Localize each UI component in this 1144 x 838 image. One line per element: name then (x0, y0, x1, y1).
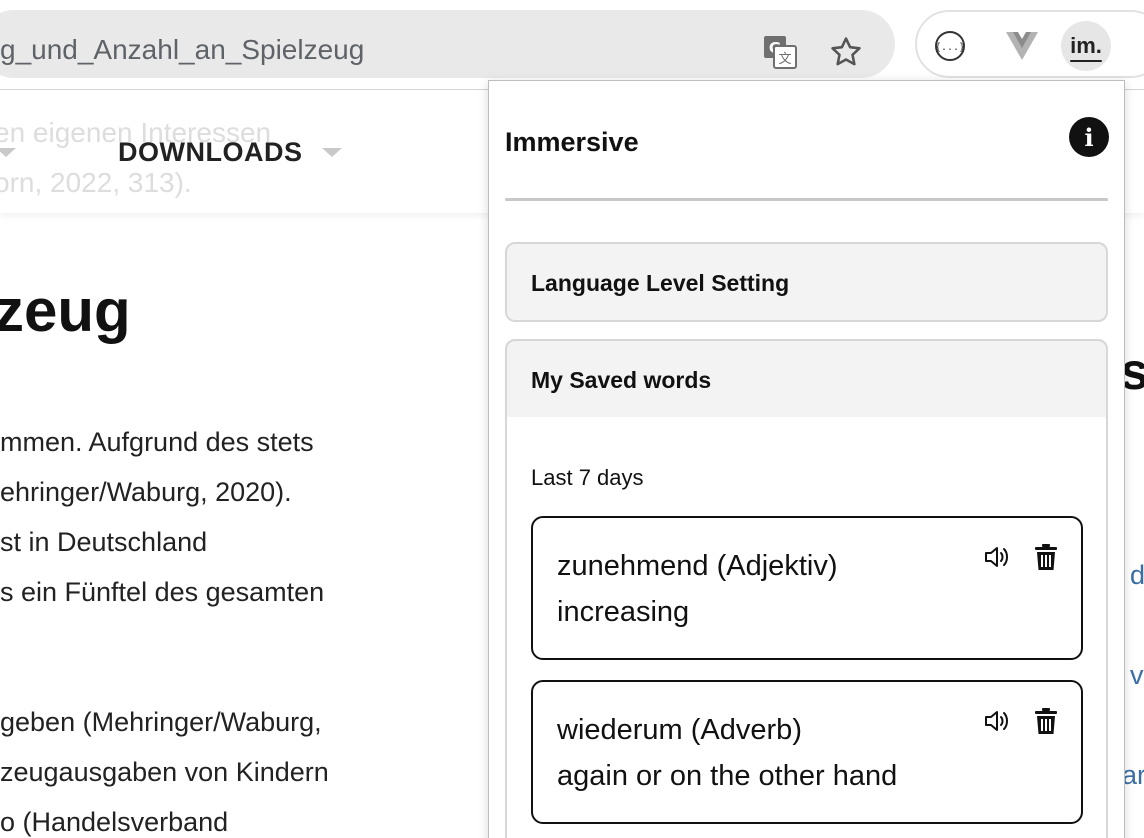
vue-devtools-icon[interactable] (997, 21, 1047, 71)
panel-label[interactable]: My Saved words (531, 367, 711, 394)
saved-word-card: zunehmend (Adjektiv) increasing (531, 516, 1083, 660)
faded-text-line: orn, 2022, 313). (0, 167, 192, 198)
word-translation: increasing (557, 596, 690, 628)
trash-icon[interactable] (1029, 540, 1063, 574)
link-fragment[interactable]: v (1130, 660, 1144, 691)
extensions-group: {...} im. (915, 10, 1144, 78)
url-text[interactable]: g_und_Anzahl_an_Spielzeug (0, 34, 364, 66)
chevron-down-icon[interactable] (0, 148, 16, 157)
json-formatter-icon[interactable]: {...} (925, 21, 975, 71)
word-term: zunehmend (Adjektiv) (557, 550, 838, 582)
immersive-popup: Immersive i Language Level Setting My Sa… (488, 80, 1125, 838)
saved-words-panel: My Saved words Last 7 days zunehmend (Ad… (505, 339, 1108, 838)
paragraph-line: s ein Fünftel des gesamten (0, 577, 325, 607)
address-bar[interactable]: g_und_Anzahl_an_Spielzeug G 文 (0, 10, 895, 78)
google-translate-icon[interactable]: G 文 (762, 34, 798, 70)
paragraph-line: st in Deutschland (0, 527, 208, 557)
link-fragment[interactable]: ar (1122, 760, 1144, 791)
browser-toolbar: g_und_Anzahl_an_Spielzeug G 文 {...} (0, 0, 1144, 90)
panel-label: Language Level Setting (531, 270, 790, 296)
period-label: Last 7 days (531, 465, 644, 490)
paragraph-line: ehringer/Waburg, 2020). (0, 477, 292, 507)
info-icon[interactable]: i (1069, 117, 1109, 157)
divider (505, 198, 1108, 201)
link-fragment[interactable]: d (1130, 560, 1144, 591)
paragraph-line: geben (Mehringer/Waburg, (0, 707, 322, 737)
paragraph-line: zeugausgaben von Kindern (0, 757, 329, 787)
saved-word-card: wiederum (Adverb) again or on the other … (531, 680, 1083, 824)
popup-title: Immersive (505, 127, 639, 157)
speaker-icon[interactable] (981, 704, 1015, 738)
trash-icon[interactable] (1029, 704, 1063, 738)
svg-text:文: 文 (778, 52, 791, 67)
article-heading: zeug (0, 277, 131, 344)
speaker-icon[interactable] (981, 540, 1015, 574)
immersive-extension-icon[interactable]: im. (1061, 21, 1111, 71)
word-term: wiederum (Adverb) (557, 714, 802, 746)
saved-words-body: Last 7 days zunehmend (Adjektiv) increas… (507, 417, 1106, 838)
paragraph-line: o (Handelsverband (0, 807, 229, 837)
nav-item-downloads[interactable]: DOWNLOADS (118, 137, 302, 168)
svg-text:{...}: {...} (935, 42, 965, 53)
language-level-panel[interactable]: Language Level Setting (505, 242, 1108, 322)
bookmark-star-icon[interactable] (828, 34, 864, 70)
paragraph-line: mmen. Aufgrund des stets (0, 427, 314, 457)
chevron-down-icon[interactable] (322, 148, 342, 157)
word-translation: again or on the other hand (557, 760, 898, 792)
